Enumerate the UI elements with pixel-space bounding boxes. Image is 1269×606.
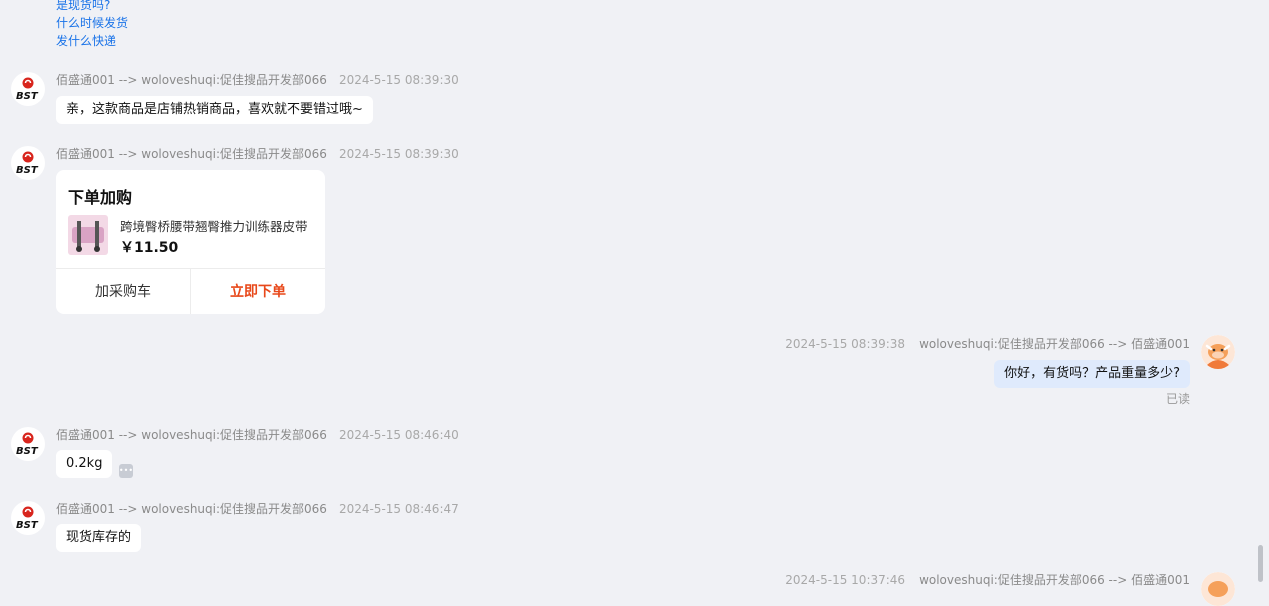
quick-question-link[interactable]: 什么时候发货 xyxy=(56,14,128,32)
bst-logo-icon: BST xyxy=(16,432,39,457)
message-meta: 佰盛通001 --> woloveshuqi:促佳搜品开发部066 2024-5-… xyxy=(56,145,459,162)
message-bubble: 0.2kg xyxy=(56,450,113,478)
shop-avatar: BST xyxy=(11,146,45,180)
message-bubble: 现货库存的 xyxy=(56,524,142,552)
message-meta: 2024-5-15 08:39:38 woloveshuqi:促佳搜品开发部066… xyxy=(785,335,1190,352)
more-options-icon[interactable]: ••• xyxy=(119,464,133,478)
message-meta: 佰盛通001 --> woloveshuqi:促佳搜品开发部066 2024-5-… xyxy=(56,71,459,88)
user-avatar xyxy=(1201,572,1235,606)
message-meta: 佰盛通001 --> woloveshuqi:促佳搜品开发部066 2024-5-… xyxy=(56,500,459,517)
sender-label: woloveshuqi:促佳搜品开发部066 --> 佰盛通001 xyxy=(919,337,1190,351)
message-time: 2024-5-15 08:39:38 xyxy=(785,337,906,351)
shop-avatar: BST xyxy=(11,501,45,535)
scrollbar[interactable] xyxy=(1258,545,1263,582)
quick-question-list: 是现货吗? 什么时候发货 发什么快递 xyxy=(56,0,128,50)
sender-label: woloveshuqi:促佳搜品开发部066 --> 佰盛通001 xyxy=(919,573,1190,587)
read-status: 已读 xyxy=(1166,392,1191,406)
sender-label: 佰盛通001 --> woloveshuqi:促佳搜品开发部066 xyxy=(56,73,327,87)
message-time: 2024-5-15 08:46:47 xyxy=(338,502,459,516)
message-bubble: 亲，这款商品是店铺热销商品，喜欢就不要错过哦~ xyxy=(56,96,373,124)
message-time: 2024-5-15 08:39:30 xyxy=(338,147,459,161)
order-card-title: 下单加购 xyxy=(68,188,133,207)
sender-label: 佰盛通001 --> woloveshuqi:促佳搜品开发部066 xyxy=(56,428,327,442)
order-card: 下单加购 跨境臀桥腰带翘臀推力训练器皮带 ￥11.50 加采购车 立即下单 xyxy=(56,170,325,314)
message-time: 2024-5-15 08:46:40 xyxy=(338,428,459,442)
add-to-cart-button[interactable]: 加采购车 xyxy=(56,269,191,314)
quick-question-link[interactable]: 发什么快递 xyxy=(56,32,128,50)
product-name[interactable]: 跨境臀桥腰带翘臀推力训练器皮带 xyxy=(120,216,308,235)
message-bubble: 你好，有货吗？产品重量多少? xyxy=(994,360,1190,388)
bst-logo-icon: BST xyxy=(16,151,39,176)
bst-logo-icon: BST xyxy=(16,506,39,531)
product-price: ￥11.50 xyxy=(120,240,179,256)
buy-now-button[interactable]: 立即下单 xyxy=(191,269,325,314)
product-thumbnail[interactable] xyxy=(68,215,108,255)
svg-text:BST: BST xyxy=(16,165,39,176)
order-card-actions: 加采购车 立即下单 xyxy=(56,268,325,314)
quick-question-link[interactable]: 是现货吗? xyxy=(56,0,128,14)
bst-logo-icon: BST xyxy=(16,77,39,102)
message-meta: 佰盛通001 --> woloveshuqi:促佳搜品开发部066 2024-5-… xyxy=(56,426,459,443)
shop-avatar: BST xyxy=(11,427,45,461)
svg-text:BST: BST xyxy=(16,91,39,102)
sender-label: 佰盛通001 --> woloveshuqi:促佳搜品开发部066 xyxy=(56,147,327,161)
shop-avatar: BST xyxy=(11,72,45,106)
svg-text:BST: BST xyxy=(16,520,39,531)
message-meta: 2024-5-15 10:37:46 woloveshuqi:促佳搜品开发部066… xyxy=(785,571,1190,588)
sender-label: 佰盛通001 --> woloveshuqi:促佳搜品开发部066 xyxy=(56,502,327,516)
cow-avatar-icon xyxy=(1201,335,1235,369)
message-time: 2024-5-15 08:39:30 xyxy=(338,73,459,87)
svg-text:BST: BST xyxy=(16,446,39,457)
cow-avatar-icon xyxy=(1201,572,1235,606)
user-avatar xyxy=(1201,335,1235,369)
message-time: 2024-5-15 10:37:46 xyxy=(785,573,906,587)
